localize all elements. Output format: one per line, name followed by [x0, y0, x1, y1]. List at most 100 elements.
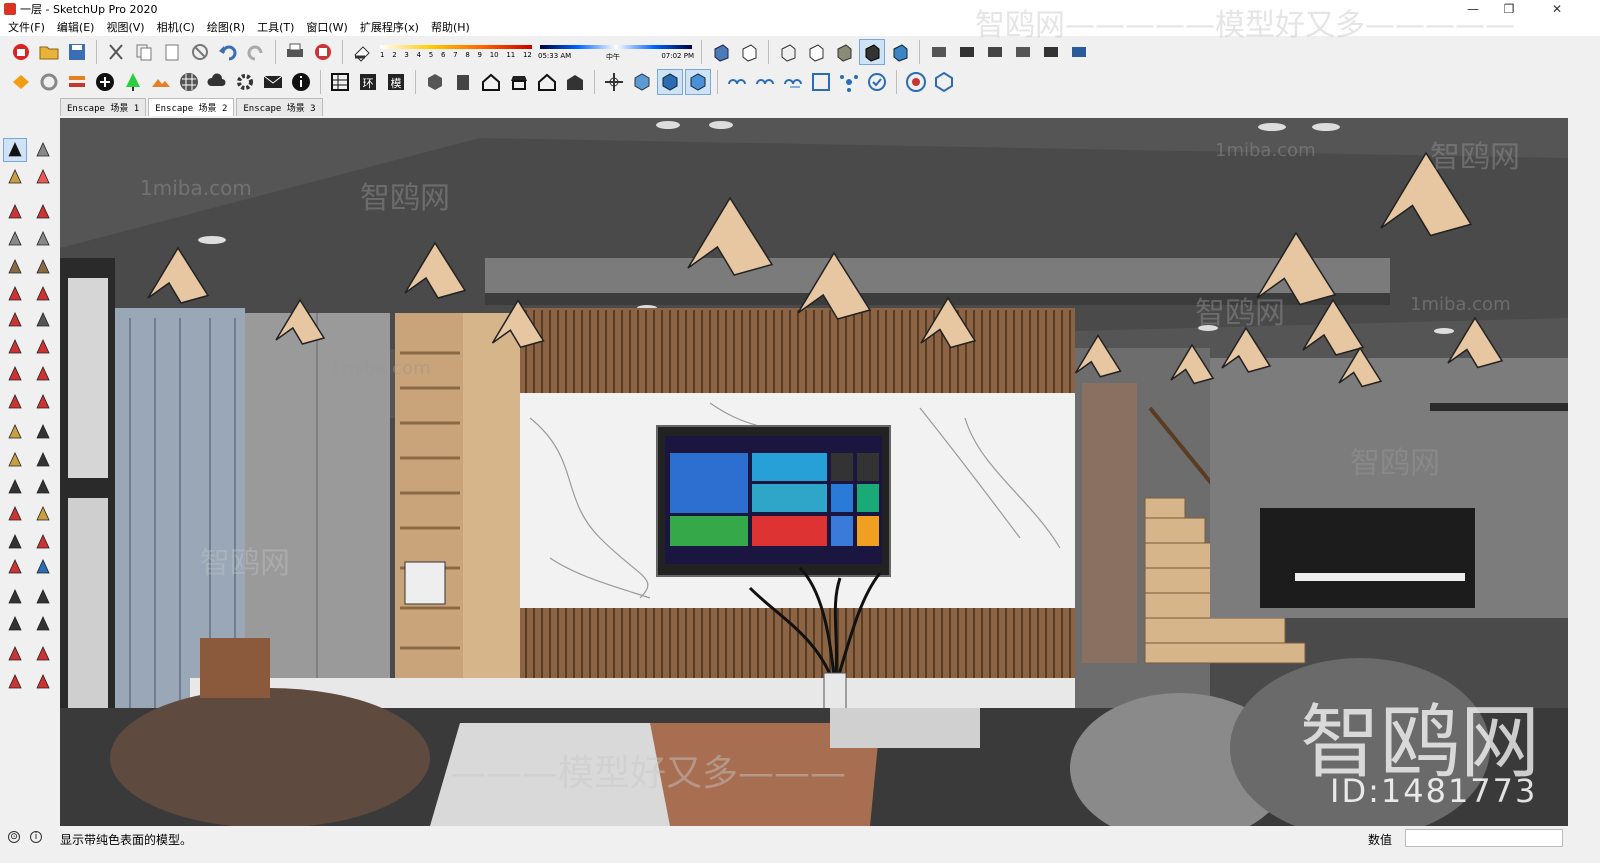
move-icon[interactable] [3, 335, 27, 359]
building-icon[interactable] [450, 69, 476, 95]
house-icon[interactable] [478, 69, 504, 95]
warehouse-icon[interactable] [562, 69, 588, 95]
minimize-button[interactable]: — [1456, 0, 1490, 18]
cloud-list-icon[interactable] [780, 69, 806, 95]
box-rotate-icon[interactable] [685, 69, 711, 95]
rotate-icon[interactable] [3, 362, 27, 386]
scene-tab-3[interactable]: Enscape 场景 3 [236, 98, 323, 116]
left-view-icon[interactable] [1066, 39, 1092, 65]
material-editor-icon[interactable] [176, 69, 202, 95]
erase-icon[interactable] [187, 39, 213, 65]
monochrome-style-icon[interactable] [887, 39, 913, 65]
menu-window[interactable]: 窗口(W) [306, 19, 347, 35]
check-circle-icon[interactable] [864, 69, 890, 95]
protractor-icon[interactable] [3, 448, 27, 472]
cloud-link-icon[interactable] [724, 69, 750, 95]
pie-icon[interactable] [31, 282, 55, 306]
print-icon[interactable] [282, 39, 308, 65]
offset-icon[interactable] [31, 390, 55, 414]
frame-select-icon[interactable] [808, 69, 834, 95]
top-view-icon[interactable] [954, 39, 980, 65]
save-icon[interactable] [64, 39, 90, 65]
rectangle-icon[interactable] [3, 227, 27, 251]
cut-icon[interactable] [103, 39, 129, 65]
zoom-window-icon[interactable] [31, 530, 55, 554]
chrome-browser-icon[interactable] [903, 69, 929, 95]
front-view-icon[interactable] [982, 39, 1008, 65]
paste-icon[interactable] [159, 39, 185, 65]
tape-measure-icon[interactable] [3, 420, 27, 444]
zoom-extents-icon[interactable] [3, 555, 27, 579]
shadows-toggle-icon[interactable] [349, 39, 375, 65]
network-nodes-icon[interactable] [836, 69, 862, 95]
back-edges-style-icon[interactable] [736, 39, 762, 65]
menu-help[interactable]: 帮助(H) [431, 19, 470, 35]
shaded-textures-style-icon[interactable] [859, 39, 885, 65]
redo-icon[interactable] [243, 39, 269, 65]
back-view-icon[interactable] [1038, 39, 1064, 65]
model-plugin-icon[interactable]: 模 [383, 69, 409, 95]
about-info-icon[interactable] [288, 69, 314, 95]
atmosphere-icon[interactable] [148, 69, 174, 95]
dimension-icon[interactable] [31, 420, 55, 444]
feedback-mail-icon[interactable] [260, 69, 286, 95]
info-icon[interactable]: i [30, 831, 42, 843]
box-active-icon[interactable] [657, 69, 683, 95]
undo-icon[interactable] [215, 39, 241, 65]
previous-view-icon[interactable] [31, 555, 55, 579]
model-viewport[interactable]: 1miba.com 智鸥网 1miba.com 智鸥网 智鸥网 1miba.co… [60, 118, 1568, 826]
measurements-box[interactable] [1405, 829, 1563, 847]
move-axis-icon[interactable] [601, 69, 627, 95]
shadow-time-slider[interactable]: 05:33 AM 中午 07:02 PM [536, 39, 696, 65]
polygon-icon[interactable] [31, 255, 55, 279]
look-around-icon[interactable] [31, 585, 55, 609]
push-pull-icon[interactable] [31, 335, 55, 359]
geo-location-icon[interactable]: ⊙ [8, 831, 20, 843]
xray-style-icon[interactable] [708, 39, 734, 65]
cloud-sync-icon[interactable] [752, 69, 778, 95]
pan-hand-icon[interactable] [31, 502, 55, 526]
eraser-icon[interactable] [31, 165, 55, 189]
text-icon[interactable] [31, 448, 55, 472]
3d-warehouse-icon[interactable] [3, 642, 27, 666]
open-folder-icon[interactable] [36, 39, 62, 65]
rotated-rectangle-icon[interactable] [31, 227, 55, 251]
enscape-sync-icon[interactable] [36, 69, 62, 95]
extension-manager-icon[interactable] [31, 670, 55, 694]
position-camera-icon[interactable] [3, 585, 27, 609]
shaded-style-icon[interactable] [831, 39, 857, 65]
restore-button[interactable]: ❐ [1492, 0, 1526, 18]
walk-footprint-icon[interactable] [3, 612, 27, 636]
grid-table-icon[interactable] [327, 69, 353, 95]
freehand-icon[interactable] [31, 200, 55, 224]
enscape-view-sync-icon[interactable] [64, 69, 90, 95]
orbit-icon[interactable] [3, 502, 27, 526]
circle-icon[interactable] [3, 255, 27, 279]
upload-icon[interactable] [204, 69, 230, 95]
follow-me-icon[interactable] [31, 362, 55, 386]
paint-bucket-icon[interactable] [3, 165, 27, 189]
select-arrow-icon[interactable] [3, 138, 27, 162]
asset-library-icon[interactable] [120, 69, 146, 95]
shadow-date-slider[interactable]: 1 2 3 4 5 6 7 8 9 10 11 12 [376, 39, 536, 65]
menu-tools[interactable]: 工具(T) [257, 19, 294, 35]
axes-icon[interactable] [3, 475, 27, 499]
scene-tab-2[interactable]: Enscape 场景 2 [148, 98, 235, 116]
hex-cube-icon[interactable] [931, 69, 957, 95]
send-to-layout-icon[interactable] [3, 670, 27, 694]
make-component-icon[interactable] [31, 138, 55, 162]
wireframe-style-icon[interactable] [775, 39, 801, 65]
scale-icon[interactable] [3, 390, 27, 414]
settings-gear-icon[interactable] [232, 69, 258, 95]
zoom-icon[interactable] [3, 530, 27, 554]
two-point-arc-icon[interactable] [3, 308, 27, 332]
arc-icon[interactable] [3, 282, 27, 306]
menu-camera[interactable]: 相机(C) [157, 19, 195, 35]
box-blue-icon[interactable] [629, 69, 655, 95]
scene-tab-1[interactable]: Enscape 场景 1 [60, 98, 147, 116]
three-point-arc-icon[interactable] [31, 308, 55, 332]
extension-warehouse-icon[interactable] [31, 642, 55, 666]
section-plane-icon[interactable] [31, 612, 55, 636]
close-button[interactable]: ✕ [1540, 0, 1574, 18]
menu-file[interactable]: 文件(F) [8, 19, 45, 35]
